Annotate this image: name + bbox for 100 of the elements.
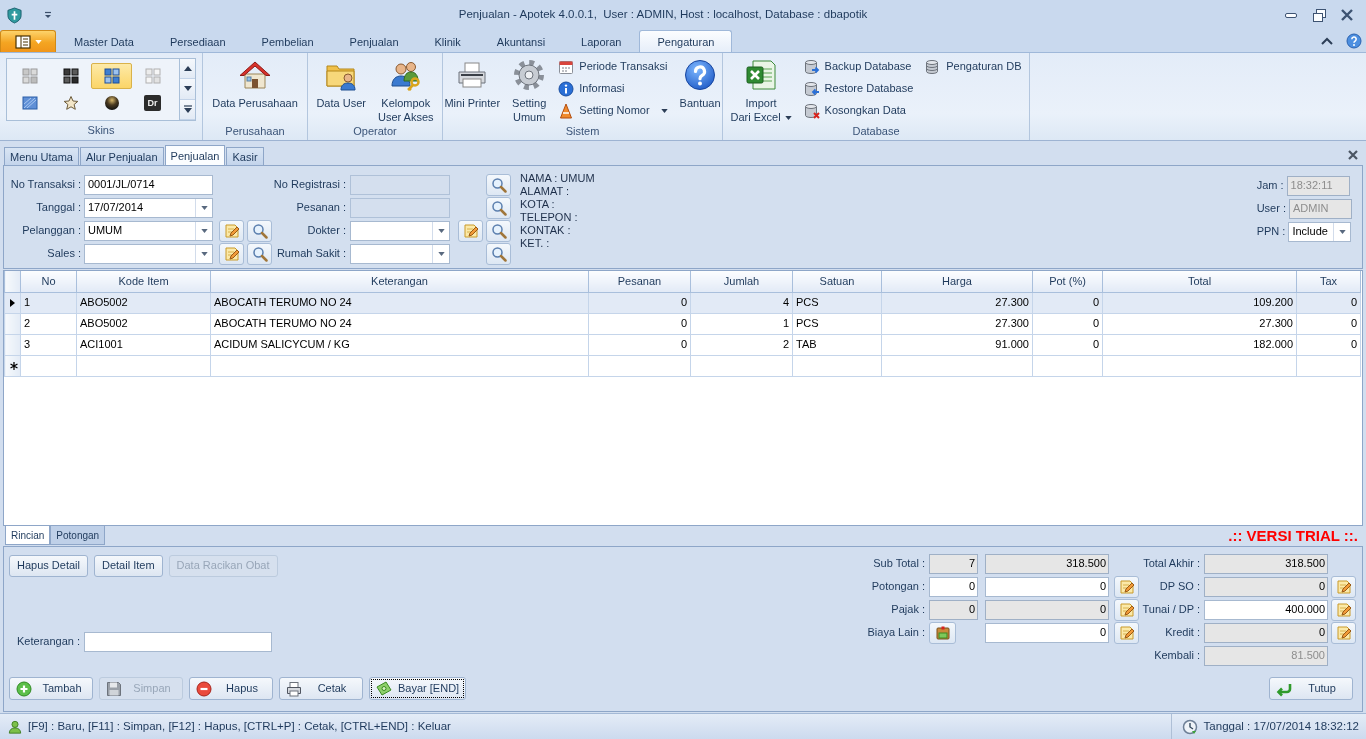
detail-button[interactable]: Detail Item <box>94 555 163 577</box>
search-button[interactable] <box>486 174 511 196</box>
search-button[interactable] <box>486 220 511 242</box>
combo-box[interactable]: 17/07/2014 <box>84 198 213 218</box>
combo-box[interactable]: UMUM <box>84 221 213 241</box>
text-field[interactable]: 0 <box>929 600 978 620</box>
ribbon-tab[interactable]: Persediaan <box>151 30 244 52</box>
skin-button[interactable]: Dr <box>132 90 173 116</box>
text-field[interactable]: 0001/JL/0714 <box>84 175 213 195</box>
ribbon-button[interactable]: Kelompok User Akses <box>373 56 438 122</box>
search-button[interactable] <box>486 243 511 265</box>
column-header[interactable]: Harga <box>881 271 1033 292</box>
edit-button[interactable] <box>219 243 244 265</box>
search-button[interactable] <box>247 243 272 265</box>
action-button[interactable]: Bayar [END] <box>369 677 467 700</box>
field-label: Potongan : <box>871 580 925 594</box>
ribbon-tab[interactable]: Master Data <box>56 30 152 52</box>
column-header[interactable]: Tax <box>1296 271 1361 292</box>
text-field[interactable] <box>84 632 272 652</box>
table-row[interactable]: 1 ABO5002 ABOCATH TERUMO NO 24 0 4 PCS 27.300 0 109.200 0 <box>4 292 1361 313</box>
edit-button[interactable] <box>1331 599 1356 621</box>
column-header[interactable]: Jumlah <box>690 271 793 292</box>
ribbon-tab[interactable]: Akuntansi <box>478 30 564 52</box>
text-field[interactable]: 7 <box>929 554 978 574</box>
close-icon[interactable] <box>1348 149 1358 160</box>
text-field[interactable]: 400.000 <box>1204 600 1328 620</box>
field-label: Kredit : <box>1165 626 1200 640</box>
edit-button[interactable] <box>1114 599 1139 621</box>
text-field[interactable]: 0 <box>1204 577 1328 597</box>
combo-box[interactable]: Include <box>1288 222 1352 242</box>
caret-down-icon <box>183 86 192 92</box>
column-header[interactable]: Keterangan <box>210 271 589 292</box>
scroll-up-button[interactable] <box>180 59 195 80</box>
column-header[interactable]: Total <box>1102 271 1297 292</box>
ribbon-button[interactable]: Pengaturan DB <box>921 56 1026 78</box>
help-icon[interactable] <box>1346 33 1362 49</box>
ribbon-tab[interactable]: Pembelian <box>243 30 332 52</box>
caret-bar-icon[interactable] <box>44 11 52 19</box>
ribbon-button[interactable]: Data Perusahaan <box>208 56 302 122</box>
close-button[interactable]: Tutup <box>1269 677 1353 700</box>
table-row[interactable]: 2 ABO5002 ABOCATH TERUMO NO 24 0 1 PCS 27.300 0 27.300 0 <box>4 313 1361 334</box>
document-tab[interactable]: Penjualan <box>164 145 226 165</box>
gallery-more-button[interactable] <box>180 99 195 120</box>
ribbon-button[interactable]: Periode Transaksi <box>554 56 672 78</box>
edit-button[interactable] <box>1331 576 1356 598</box>
detail-tab[interactable]: Rincian <box>5 526 51 545</box>
table-cell: 2 <box>690 334 793 355</box>
action-button[interactable]: Hapus <box>189 677 273 700</box>
text-field[interactable]: 0 <box>985 623 1109 643</box>
edit-button[interactable] <box>458 220 483 242</box>
document-tab[interactable]: Alur Penjualan <box>80 147 164 165</box>
column-header[interactable]: No <box>20 271 77 292</box>
ribbon-button[interactable]: Setting Nomor <box>554 100 672 122</box>
ribbon-tab[interactable]: Penjualan <box>331 30 417 52</box>
search-button[interactable] <box>486 197 511 219</box>
ribbon-tab[interactable]: Pengaturan <box>639 30 733 52</box>
table-cell: 0 <box>1296 334 1361 355</box>
ribbon-button[interactable]: Data User <box>312 56 370 122</box>
edit-button[interactable] <box>1331 622 1356 644</box>
text-field[interactable]: 0 <box>929 577 978 597</box>
ribbon-button[interactable]: Setting Umum <box>508 56 551 122</box>
trial-notice: .:: VERSI TRIAL ::. <box>1228 527 1359 545</box>
column-header[interactable]: Pesanan <box>588 271 691 292</box>
text-field[interactable]: 0 <box>985 600 1109 620</box>
app-menu-button[interactable] <box>0 30 56 52</box>
detail-tab[interactable]: Potongan <box>50 526 106 545</box>
column-header[interactable]: Kode Item <box>76 271 211 292</box>
scroll-down-button[interactable] <box>180 79 195 100</box>
text-field[interactable]: 0 <box>985 577 1109 597</box>
caret-icon <box>437 252 445 256</box>
text-field[interactable]: 318.500 <box>985 554 1109 574</box>
ribbon-button[interactable]: Mini Printer <box>440 56 505 122</box>
ribbon-button[interactable]: Restore Database <box>799 78 918 100</box>
search-button[interactable] <box>247 220 272 242</box>
collapse-caret-icon[interactable] <box>1321 37 1333 45</box>
ribbon-tab[interactable]: Laporan <box>563 30 640 52</box>
ribbon-tab[interactable]: Klinik <box>416 30 479 52</box>
detail-button[interactable]: Hapus Detail <box>9 555 88 577</box>
edit-button[interactable] <box>219 220 244 242</box>
search-icon <box>251 246 268 262</box>
document-tab[interactable]: Kasir <box>226 147 264 165</box>
ribbon-button[interactable]: Import Dari Excel <box>726 56 796 122</box>
edit-button[interactable] <box>1114 622 1139 644</box>
table-row[interactable]: 3 ACI1001 ACIDUM SALICYCUM / KG 0 2 TAB 91.000 0 182.000 0 <box>4 334 1361 355</box>
column-header[interactable]: Satuan <box>792 271 882 292</box>
sphere-icon <box>103 95 120 111</box>
ribbon-button[interactable]: Informasi <box>554 78 672 100</box>
column-header[interactable]: Pot (%) <box>1032 271 1103 292</box>
package-button[interactable] <box>929 622 956 644</box>
text-field[interactable]: 0 <box>1204 623 1328 643</box>
text-field[interactable]: 318.500 <box>1204 554 1328 574</box>
action-button[interactable]: Cetak <box>279 677 363 700</box>
table-cell: 91.000 <box>881 334 1033 355</box>
filled-grid-icon <box>62 68 79 84</box>
document-tab[interactable]: Menu Utama <box>4 147 79 165</box>
action-button[interactable]: Tambah <box>9 677 93 700</box>
ribbon-button[interactable]: Backup Database <box>799 56 918 78</box>
ribbon-button[interactable]: Bantuan <box>675 56 725 122</box>
ribbon-button[interactable]: Kosongkan Data <box>799 100 918 122</box>
edit-button[interactable] <box>1114 576 1139 598</box>
